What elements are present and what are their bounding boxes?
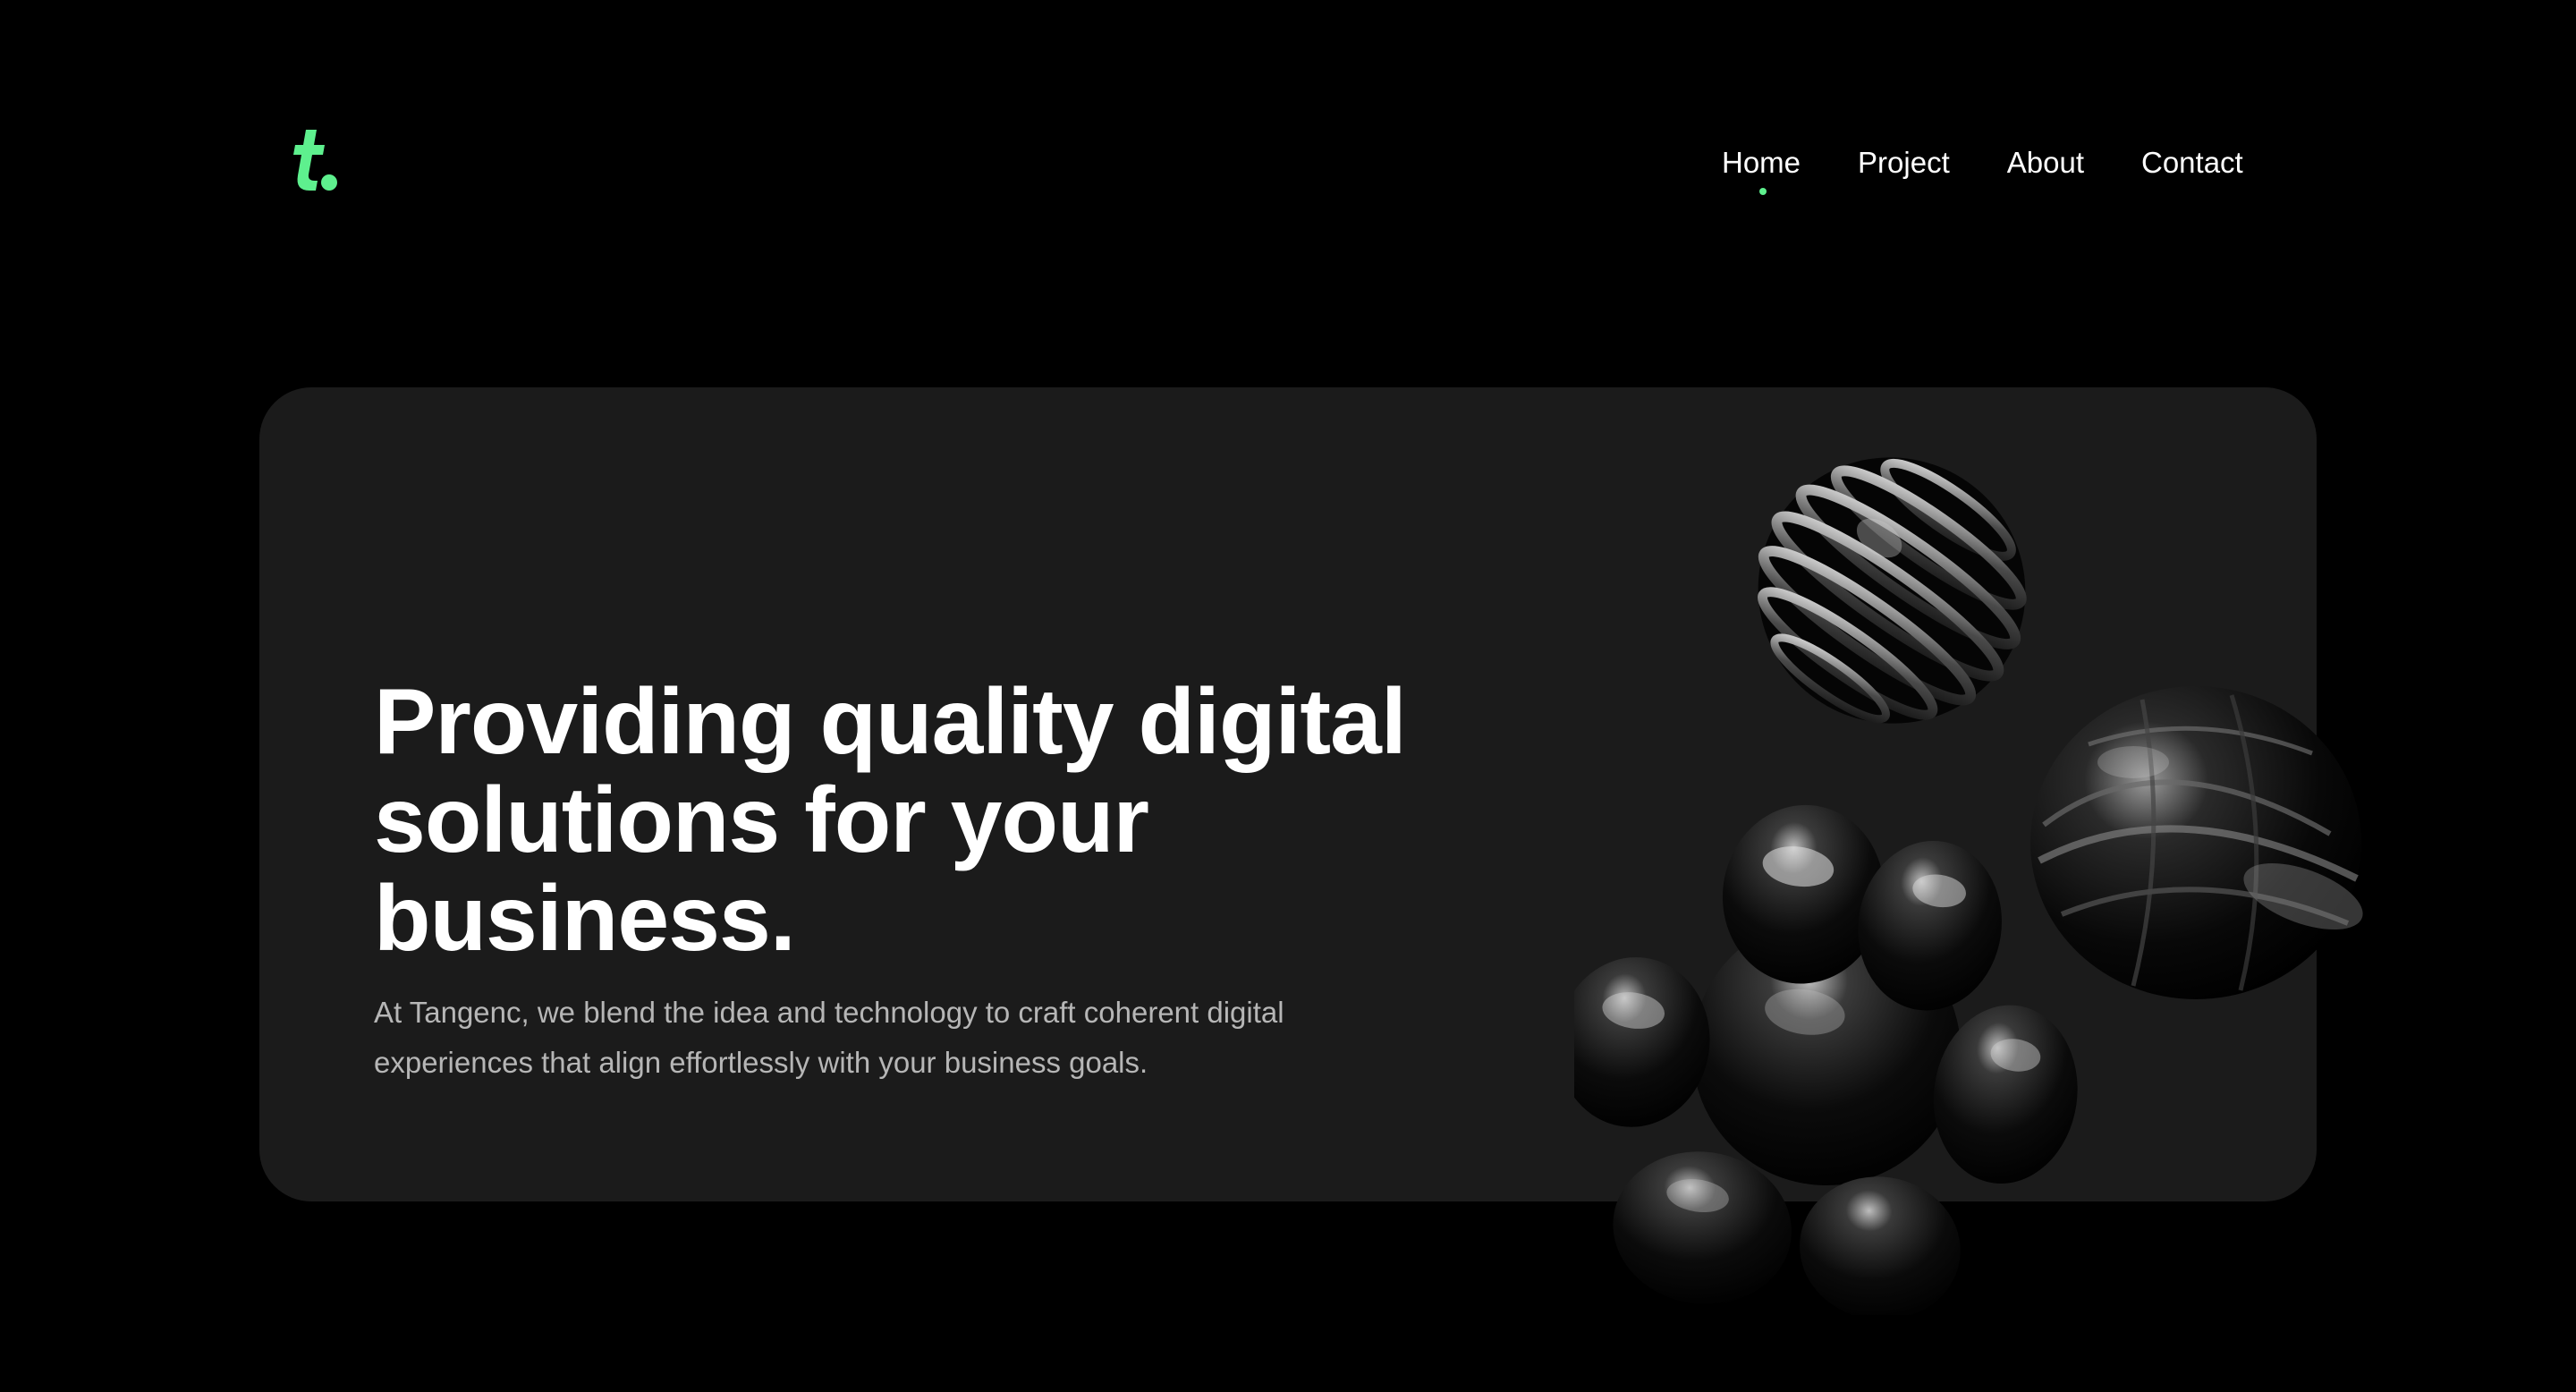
brand-logo[interactable] (288, 125, 342, 197)
ribbed-sphere-shape (1757, 457, 2027, 724)
nav-home[interactable]: Home (1722, 143, 1801, 195)
hero-subtitle: At Tangenc, we blend the idea and techno… (374, 996, 1284, 1079)
active-indicator-dot (1759, 188, 1767, 195)
nav-project[interactable]: Project (1858, 143, 1950, 182)
decorative-3d-shapes (1574, 457, 2363, 1315)
twisted-sphere-shape (2030, 686, 2363, 999)
logo-mark-icon (293, 130, 337, 191)
nav-about-label: About (2006, 146, 2084, 179)
main-nav: Home Project About Contact (1722, 143, 2243, 195)
nav-about[interactable]: About (2007, 143, 2084, 182)
landing-page: Home Project About Contact Providing qua… (0, 0, 2576, 1392)
nav-contact[interactable]: Contact (2141, 143, 2243, 182)
nav-contact-label: Contact (2141, 146, 2243, 179)
nav-project-label: Project (1858, 146, 1950, 179)
hero-title: Providing quality digital solutions for … (374, 670, 1407, 971)
nav-home-label: Home (1722, 146, 1801, 179)
